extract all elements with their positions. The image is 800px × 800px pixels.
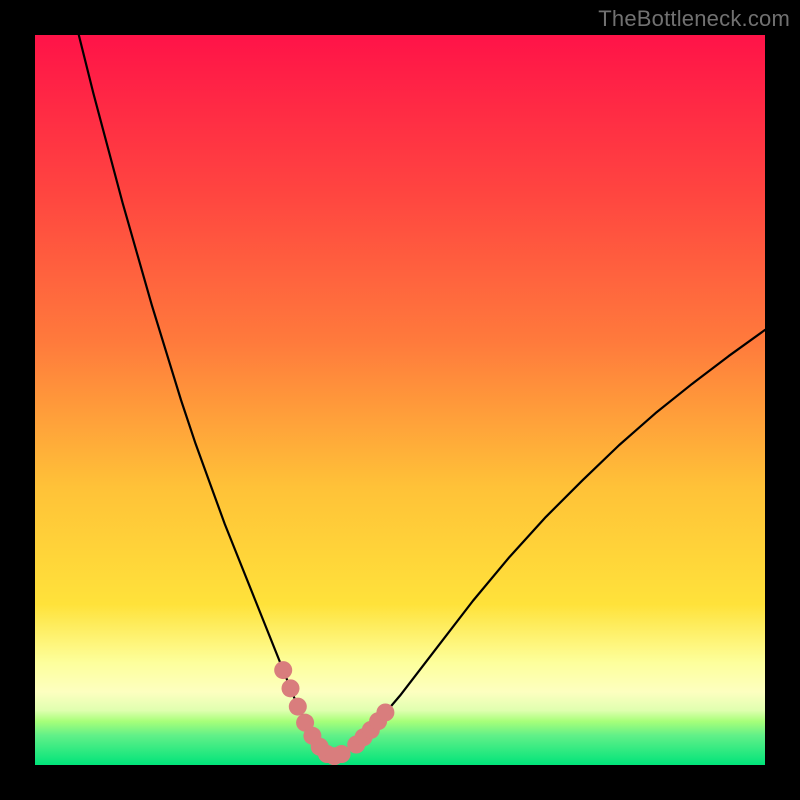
chart-svg (35, 35, 765, 765)
watermark-text: TheBottleneck.com (598, 6, 790, 32)
highlight-marker (274, 661, 292, 679)
gradient-background (35, 35, 765, 765)
highlight-marker (376, 703, 394, 721)
chart-plot-area (35, 35, 765, 765)
highlight-marker (289, 698, 307, 716)
highlight-marker (282, 679, 300, 697)
chart-frame: TheBottleneck.com (0, 0, 800, 800)
